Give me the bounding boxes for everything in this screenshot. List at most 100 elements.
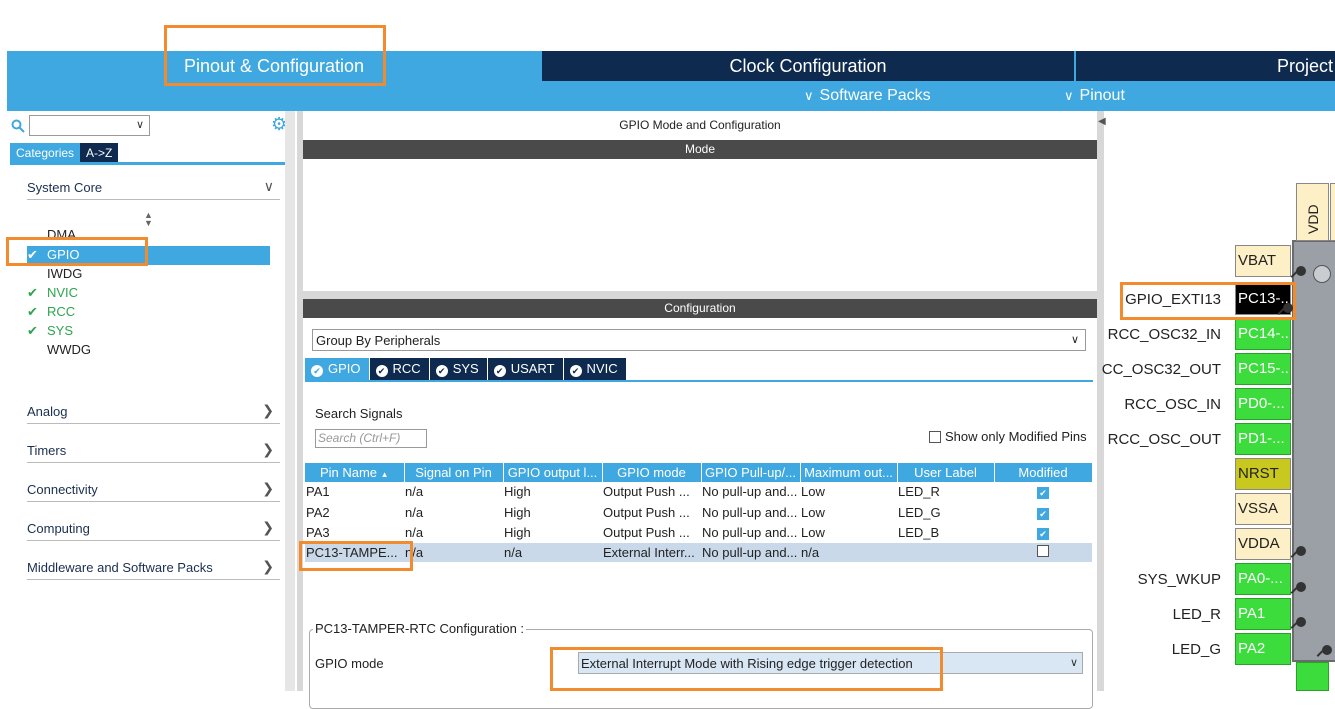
pinout-menu-label: Pinout xyxy=(1079,87,1125,104)
categories-panel: ∨ ⚙ Categories A->Z System Core ∨ ▲ ▼ DMA ✔… xyxy=(7,111,294,691)
cell-gpio-mode: Output Push ... xyxy=(602,522,701,543)
tab-project-manager[interactable]: Project xyxy=(1076,51,1335,81)
splitter[interactable] xyxy=(303,291,1097,299)
cell-signal: n/a xyxy=(404,502,503,523)
pin-label-sys-wkup[interactable]: SYS_WKUP xyxy=(1138,571,1221,588)
sort-up-icon: ▲ xyxy=(380,470,389,479)
tab-project-label: Project xyxy=(1276,56,1333,76)
section-computing[interactable]: Computing ❯ xyxy=(27,519,280,541)
cell-user-label: LED_B xyxy=(897,522,994,543)
search-icon[interactable] xyxy=(11,119,25,133)
pin-pa0[interactable]: PA0-... xyxy=(1235,563,1291,595)
pin-pa2[interactable]: PA2 xyxy=(1235,633,1291,665)
unchecked-box-icon[interactable] xyxy=(1037,544,1049,557)
cell-user-label: LED_R xyxy=(897,482,994,503)
chevron-down-icon: ∨ xyxy=(135,119,144,131)
tab-categories[interactable]: Categories xyxy=(10,143,81,163)
column-header[interactable]: Signal on Pin xyxy=(404,463,504,482)
checked-box-icon[interactable]: ✔ xyxy=(1037,527,1049,540)
tab-nvic[interactable]: ✔ NVIC xyxy=(563,358,626,380)
pin-vdd-label: VDD xyxy=(1305,204,1321,234)
pin-vssa[interactable]: VSSA xyxy=(1235,493,1291,525)
left-splitter[interactable] xyxy=(285,111,295,691)
cell-max-speed: Low xyxy=(800,482,897,503)
pin-pa1[interactable]: PA1 xyxy=(1235,598,1291,630)
column-header[interactable]: Maximum out... xyxy=(800,463,898,482)
cell-modified: ✔ xyxy=(994,482,1092,503)
tab-clock-configuration[interactable]: Clock Configuration xyxy=(542,51,1074,81)
section-label: Timers xyxy=(27,443,67,458)
check-circle-icon: ✔ xyxy=(311,365,323,377)
tab-label: SYS xyxy=(452,361,479,376)
column-header[interactable]: Pin Name ▲ xyxy=(305,463,405,482)
table-row-selected[interactable]: PC13-TAMPE... n/a n/a External Interr... No … xyxy=(305,542,1092,563)
item-label: RCC xyxy=(47,304,76,319)
section-label: Middleware and Software Packs xyxy=(27,560,213,575)
pin-label-rcc-osc32-out[interactable]: CC_OSC32_OUT xyxy=(1102,361,1221,378)
pin-label-rcc-osc-in[interactable]: RCC_OSC_IN xyxy=(1124,396,1221,413)
section-middleware[interactable]: Middleware and Software Packs ❯ xyxy=(27,558,280,580)
chevron-down-icon: ∨ xyxy=(1069,657,1078,669)
gpio-mode-select[interactable]: External Interrupt Mode with Rising edge… xyxy=(578,652,1083,674)
item-label: DMA xyxy=(47,227,76,242)
cell-pin-name: PA3 xyxy=(305,522,404,543)
tab-usart[interactable]: ✔ USART xyxy=(487,358,563,380)
column-header[interactable]: Modified xyxy=(994,463,1093,482)
pushpin-icon xyxy=(1296,582,1306,592)
pinout-menu[interactable]: ∨ Pinout xyxy=(1064,81,1125,111)
sort-arrows-icon[interactable]: ▲ ▼ xyxy=(144,211,153,228)
section-system-core[interactable]: System Core ∨ xyxy=(27,178,280,200)
table-row[interactable]: PA1 n/a High Output Push ... No pull-up and.… xyxy=(305,482,1092,503)
column-header[interactable]: GPIO output l... xyxy=(503,463,603,482)
pin-vdda[interactable]: VDDA xyxy=(1235,528,1291,560)
section-connectivity[interactable]: Connectivity ❯ xyxy=(27,480,280,502)
cell-signal: n/a xyxy=(404,522,503,543)
search-signals-input[interactable]: Search (Ctrl+F) xyxy=(315,429,427,448)
group-by-select[interactable]: Group By Peripherals ∨ xyxy=(312,329,1086,351)
chevron-right-icon: ❯ xyxy=(262,480,274,496)
pin-vdd[interactable]: VDD xyxy=(1296,183,1329,241)
item-label: IWDG xyxy=(47,266,83,281)
chevron-down-icon: ∨ xyxy=(263,178,274,194)
tab-pinout-configuration[interactable]: Pinout & Configuration xyxy=(7,51,541,81)
software-packs-menu[interactable]: ∨ Software Packs xyxy=(804,81,931,111)
pin-label-led-r[interactable]: LED_R xyxy=(1173,606,1221,623)
checked-box-icon[interactable]: ✔ xyxy=(1037,487,1049,500)
cell-pull: No pull-up and... xyxy=(701,522,800,543)
pin-top-partial[interactable] xyxy=(1330,183,1335,241)
chevron-down-icon: ∨ xyxy=(804,88,814,103)
search-combo[interactable]: ∨ xyxy=(29,115,150,136)
pin-pc14[interactable]: PC14-... xyxy=(1235,318,1291,350)
pin-label-rcc-osc-out[interactable]: RCC_OSC_OUT xyxy=(1108,431,1221,448)
tab-sys[interactable]: ✔ SYS xyxy=(429,358,487,380)
pin-pd0[interactable]: PD0-... xyxy=(1235,388,1291,420)
tab-label: GPIO xyxy=(328,361,361,376)
pushpin-icon xyxy=(1322,645,1332,655)
section-timers[interactable]: Timers ❯ xyxy=(27,441,280,463)
checked-box-icon[interactable]: ✔ xyxy=(1037,507,1049,520)
column-header[interactable]: User Label xyxy=(897,463,995,482)
pin-bottom-partial[interactable] xyxy=(1296,662,1329,691)
cell-modified: ✔ xyxy=(994,502,1092,523)
show-modified-checkbox[interactable]: Show only Modified Pins xyxy=(929,429,1087,444)
peripheral-tabs: ✔ GPIO ✔ RCC ✔ SYS ✔ USART ✔ NVIC xyxy=(305,358,627,380)
table-row[interactable]: PA2 n/a High Output Push ... No pull-up and.… xyxy=(305,502,1092,523)
tab-rcc[interactable]: ✔ RCC xyxy=(369,358,429,380)
pin-vbat[interactable]: VBAT xyxy=(1235,245,1291,277)
pin-label-gpio-exti13[interactable]: GPIO_EXTI13 xyxy=(1125,291,1221,308)
pin-label-rcc-osc32-in[interactable]: RCC_OSC32_IN xyxy=(1108,326,1221,343)
pin-nrst[interactable]: NRST xyxy=(1235,458,1291,490)
tab-a-z[interactable]: A->Z xyxy=(80,143,119,163)
sub-menu-bar: ∨ Software Packs ∨ Pinout xyxy=(7,81,1335,111)
column-header[interactable]: GPIO Pull-up/... xyxy=(701,463,801,482)
table-row[interactable]: PA3 n/a High Output Push ... No pull-up and.… xyxy=(305,522,1092,543)
right-splitter[interactable] xyxy=(1097,111,1104,691)
tab-gpio[interactable]: ✔ GPIO xyxy=(305,358,369,380)
column-header[interactable]: GPIO mode xyxy=(602,463,702,482)
pin-pc15[interactable]: PC15-... xyxy=(1235,353,1291,385)
check-circle-icon: ✔ xyxy=(27,247,38,262)
pin-pd1[interactable]: PD1-... xyxy=(1235,423,1291,455)
collapse-left-icon[interactable]: ◀ xyxy=(1098,116,1106,127)
section-analog[interactable]: Analog ❯ xyxy=(27,402,280,424)
pin-label-led-g[interactable]: LED_G xyxy=(1172,641,1221,658)
